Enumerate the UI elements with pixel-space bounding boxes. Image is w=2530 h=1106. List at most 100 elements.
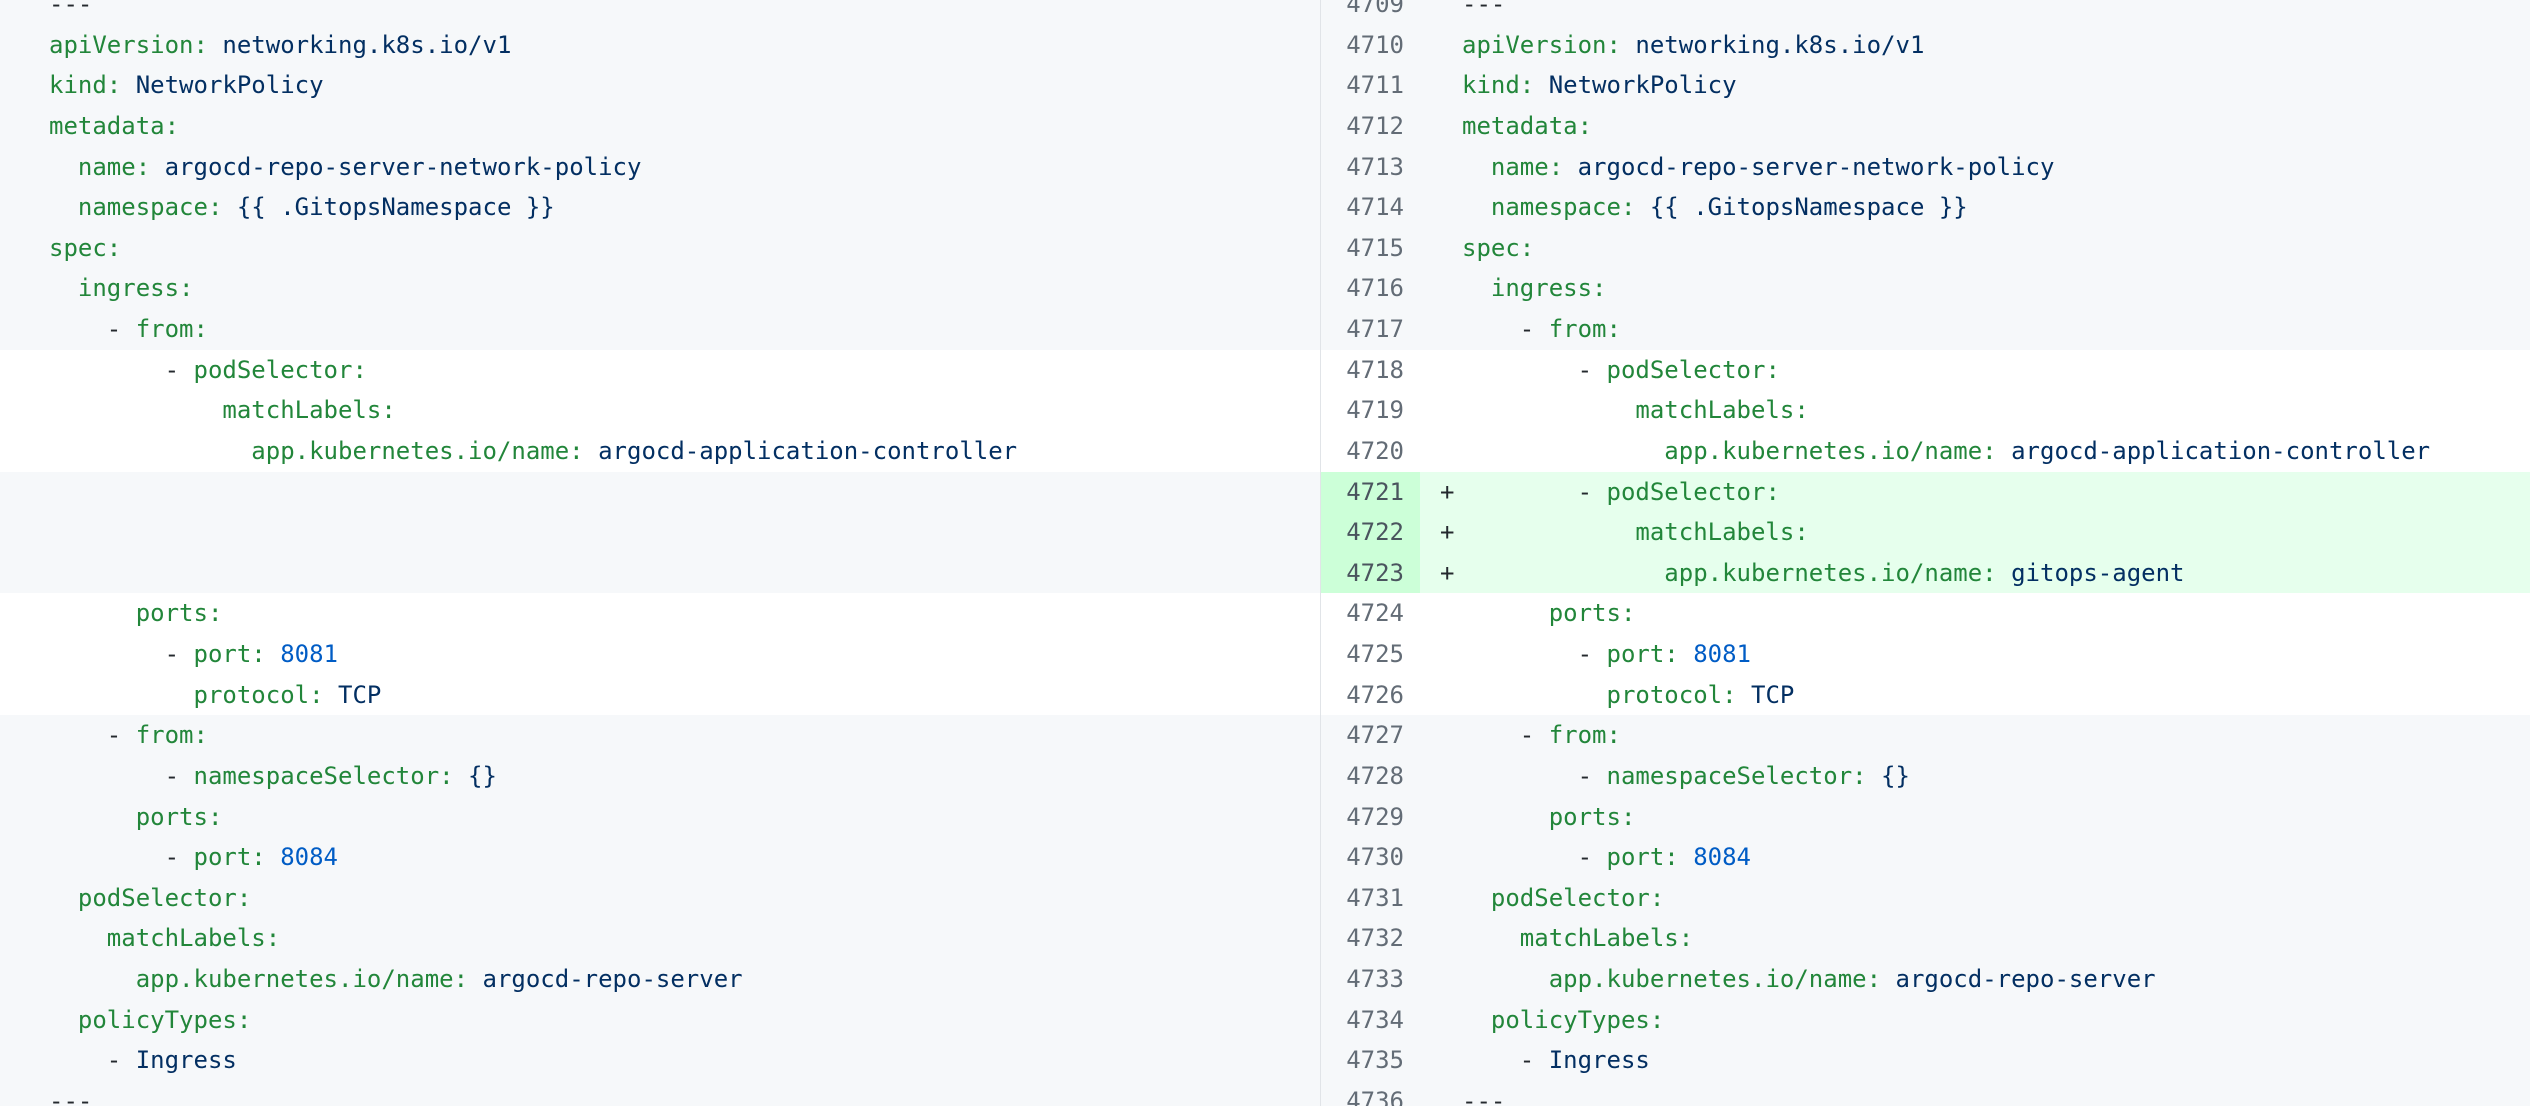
- code-token-key: from:: [136, 721, 208, 749]
- code-token-key: ports:: [1549, 599, 1636, 627]
- code-line-old: app.kubernetes.io/name: argocd-applicati…: [0, 431, 1320, 472]
- code-token-number: 8084: [1693, 843, 1751, 871]
- code-token-key: matchLabels:: [1635, 518, 1808, 546]
- code-line-old: namespace: {{ .GitopsNamespace }}: [0, 187, 1320, 228]
- code-token-key: port:: [194, 640, 266, 668]
- line-number[interactable]: 4720: [1320, 431, 1420, 472]
- code-line-old: podSelector:: [0, 878, 1320, 919]
- line-number[interactable]: 4714: [1320, 187, 1420, 228]
- code-token-plain: [49, 803, 136, 831]
- code-token-key: ports:: [136, 599, 223, 627]
- code-line-old: - namespaceSelector: {}: [0, 756, 1320, 797]
- code-token-string: NetworkPolicy: [136, 71, 324, 99]
- code-token-plain: [150, 153, 164, 181]
- line-number[interactable]: 4735: [1320, 1040, 1420, 1081]
- code-token-plain: [1867, 762, 1881, 790]
- diff-row: spec:4715spec:: [0, 228, 2530, 269]
- code-token-key: podSelector:: [194, 356, 367, 384]
- added-marker: +: [1440, 472, 1454, 513]
- code-line-old: ports:: [0, 797, 1320, 838]
- line-number[interactable]: 4729: [1320, 797, 1420, 838]
- code-token-key: matchLabels:: [1520, 924, 1693, 952]
- code-token-plain: -: [1462, 721, 1549, 749]
- line-number[interactable]: 4715: [1320, 228, 1420, 269]
- code-token-plain: [49, 1006, 78, 1034]
- line-number[interactable]: 4733: [1320, 959, 1420, 1000]
- code-token-key: namespaceSelector:: [1607, 762, 1867, 790]
- code-token-string: argocd-application-controller: [2011, 437, 2430, 465]
- line-number[interactable]: 4717: [1320, 309, 1420, 350]
- code-token-plain: [49, 396, 222, 424]
- code-token-plain: [1635, 193, 1649, 221]
- line-number[interactable]: 4721: [1320, 472, 1420, 513]
- code-token-key: policyTypes:: [78, 1006, 251, 1034]
- code-token-key: protocol:: [1607, 681, 1737, 709]
- code-line-old: matchLabels:: [0, 918, 1320, 959]
- code-line-old: app.kubernetes.io/name: argocd-repo-serv…: [0, 959, 1320, 1000]
- code-line-new: ---: [1420, 1081, 2530, 1106]
- line-number[interactable]: 4716: [1320, 268, 1420, 309]
- code-token-plain: [1462, 884, 1491, 912]
- code-token-key: ingress:: [78, 274, 194, 302]
- code-line-old: - podSelector:: [0, 350, 1320, 391]
- code-token-key: port:: [1607, 640, 1679, 668]
- line-number[interactable]: 4727: [1320, 715, 1420, 756]
- code-token-plain: -: [49, 721, 136, 749]
- code-token-plain: -: [1462, 843, 1607, 871]
- code-token-key: podSelector:: [1607, 478, 1780, 506]
- code-line-new: protocol: TCP: [1420, 675, 2530, 716]
- diff-row: metadata:4712metadata:: [0, 106, 2530, 147]
- code-line-old: ---: [0, 0, 1320, 25]
- code-line-new: - namespaceSelector: {}: [1420, 756, 2530, 797]
- line-number[interactable]: 4712: [1320, 106, 1420, 147]
- line-number[interactable]: 4726: [1320, 675, 1420, 716]
- line-number[interactable]: 4728: [1320, 756, 1420, 797]
- code-line-old: - Ingress: [0, 1040, 1320, 1081]
- code-token-key: ingress:: [1491, 274, 1607, 302]
- code-token-plain: -: [1462, 1046, 1549, 1074]
- line-number[interactable]: 4723: [1320, 553, 1420, 594]
- code-token-plain: [1462, 924, 1520, 952]
- code-token-plain: [1462, 559, 1664, 587]
- diff-row: matchLabels:4732 matchLabels:: [0, 918, 2530, 959]
- line-number[interactable]: 4713: [1320, 147, 1420, 188]
- line-number[interactable]: 4718: [1320, 350, 1420, 391]
- line-number[interactable]: 4736: [1320, 1081, 1420, 1106]
- old-code-placeholder: [0, 553, 1320, 594]
- line-number[interactable]: 4732: [1320, 918, 1420, 959]
- code-token-key: kind:: [49, 71, 121, 99]
- code-line-new: app.kubernetes.io/name: argocd-applicati…: [1420, 431, 2530, 472]
- code-token-key: from:: [1549, 721, 1621, 749]
- line-number[interactable]: 4710: [1320, 25, 1420, 66]
- added-marker: +: [1440, 553, 1454, 594]
- code-line-new: kind: NetworkPolicy: [1420, 65, 2530, 106]
- code-token-plain: [1679, 640, 1693, 668]
- code-token-number: 8081: [1693, 640, 1751, 668]
- diff-row: - from: 4727 - from:: [0, 715, 2530, 756]
- code-line-new: apiVersion: networking.k8s.io/v1: [1420, 25, 2530, 66]
- diff-split-view: ---4709---apiVersion: networking.k8s.io/…: [0, 0, 2530, 1106]
- line-number[interactable]: 4725: [1320, 634, 1420, 675]
- code-line-new: name: argocd-repo-server-network-policy: [1420, 147, 2530, 188]
- code-token-plain: [1534, 71, 1548, 99]
- code-token-plain: [222, 193, 236, 221]
- line-number[interactable]: 4734: [1320, 1000, 1420, 1041]
- code-token-plain: -: [1462, 762, 1607, 790]
- diff-row: 4721+ - podSelector:: [0, 472, 2530, 513]
- line-number[interactable]: 4709: [1320, 0, 1420, 25]
- code-token-key: protocol:: [194, 681, 324, 709]
- line-number[interactable]: 4711: [1320, 65, 1420, 106]
- line-number[interactable]: 4724: [1320, 593, 1420, 634]
- code-token-plain: [49, 681, 194, 709]
- code-line-old: name: argocd-repo-server-network-policy: [0, 147, 1320, 188]
- code-token-plain: ---: [49, 1087, 92, 1106]
- code-token-string: NetworkPolicy: [1549, 71, 1737, 99]
- line-number[interactable]: 4722: [1320, 512, 1420, 553]
- code-token-string: argocd-repo-server: [1896, 965, 2156, 993]
- diff-row: policyTypes: 4734 policyTypes:: [0, 1000, 2530, 1041]
- code-token-key: policyTypes:: [1491, 1006, 1664, 1034]
- line-number[interactable]: 4731: [1320, 878, 1420, 919]
- line-number[interactable]: 4730: [1320, 837, 1420, 878]
- code-line-old: ports:: [0, 593, 1320, 634]
- line-number[interactable]: 4719: [1320, 390, 1420, 431]
